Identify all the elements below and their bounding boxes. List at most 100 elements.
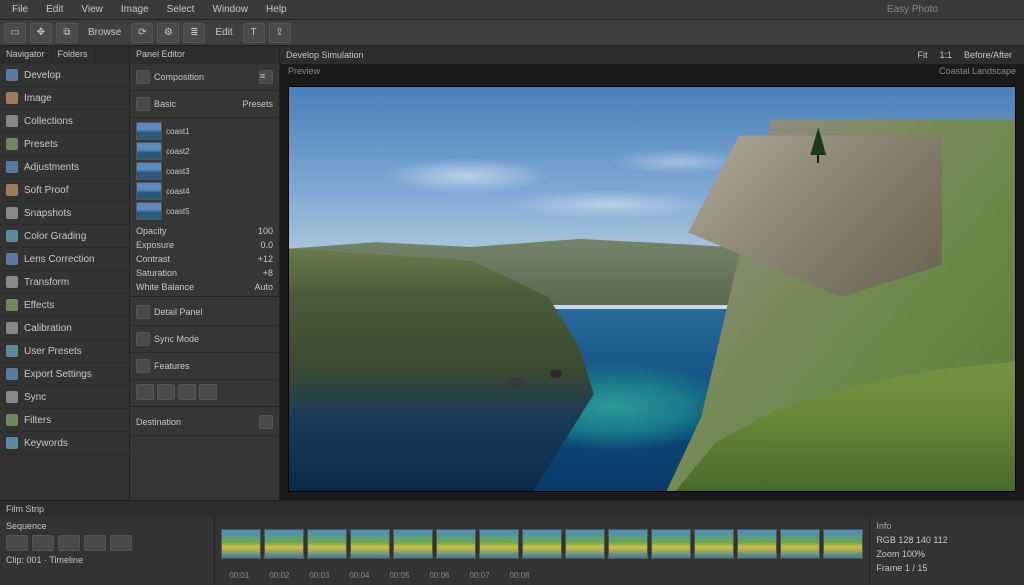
filmstrip-frame[interactable] — [737, 529, 777, 559]
tool-layers[interactable]: ≣ — [183, 23, 205, 43]
filmstrip-frame[interactable] — [522, 529, 562, 559]
sidebar-tab-folders[interactable]: Folders — [52, 46, 95, 64]
menu-view[interactable]: View — [73, 2, 111, 17]
sidebar-item-effects[interactable]: Effects — [0, 294, 129, 317]
properties-panel-header: Panel Editor — [130, 46, 279, 64]
layers-icon: ≣ — [190, 27, 198, 38]
rock-layer-2 — [550, 370, 562, 378]
composition-icon[interactable] — [136, 70, 150, 84]
sidebar-item-transform[interactable]: Transform — [0, 271, 129, 294]
preset-thumb-coast3[interactable] — [136, 162, 162, 180]
menu-image[interactable]: Image — [113, 2, 157, 17]
sidebar-item-keywords[interactable]: Keywords — [0, 432, 129, 455]
sidebar-item-sync[interactable]: Sync — [0, 386, 129, 409]
seq-prev-button[interactable] — [6, 535, 28, 551]
sidebar-item-develop[interactable]: Develop — [0, 64, 129, 87]
filmstrip-frame[interactable] — [393, 529, 433, 559]
seq-loop-button[interactable] — [84, 535, 106, 551]
prop-row-contrast[interactable]: Contrast+12 — [130, 252, 279, 266]
preset-thumb-coast1[interactable] — [136, 122, 162, 140]
sidebar-item-user-presets[interactable]: User Presets — [0, 340, 129, 363]
filmstrip-frame[interactable] — [565, 529, 605, 559]
sidebar-item-lens-correction[interactable]: Lens Correction — [0, 248, 129, 271]
preset-icon — [6, 345, 18, 357]
basic-toggle[interactable] — [136, 97, 150, 111]
settings-icon — [6, 138, 18, 150]
prop-row-white-balance[interactable]: White BalanceAuto — [130, 280, 279, 294]
panel-btn-4[interactable] — [199, 384, 217, 400]
viewer-1to1-button[interactable]: 1:1 — [933, 50, 958, 60]
filmstrip-frame[interactable] — [780, 529, 820, 559]
filmstrip-frame[interactable] — [651, 529, 691, 559]
sidebar-item-soft-proof[interactable]: Soft Proof — [0, 179, 129, 202]
menu-edit[interactable]: Edit — [38, 2, 71, 17]
tool-adjust[interactable]: ⚙ — [157, 23, 179, 43]
viewer-compare-button[interactable]: Before/After — [958, 50, 1018, 60]
preset-thumb-coast2[interactable] — [136, 142, 162, 160]
prop-name: Exposure — [136, 240, 174, 250]
preset-thumb-coast5[interactable] — [136, 202, 162, 220]
filmstrip-frame[interactable] — [479, 529, 519, 559]
seq-grid-button[interactable] — [110, 535, 132, 551]
prop-row-saturation[interactable]: Saturation+8 — [130, 266, 279, 280]
sidebar-item-export-settings[interactable]: Export Settings — [0, 363, 129, 386]
menu-help[interactable]: Help — [258, 2, 295, 17]
filmstrip-frame[interactable] — [823, 529, 863, 559]
crop-icon — [6, 276, 18, 288]
sidebar-item-adjustments[interactable]: Adjustments — [0, 156, 129, 179]
filmstrip-frame[interactable] — [221, 529, 261, 559]
timecode-label: 00:08 — [510, 571, 530, 585]
filmstrip-frame[interactable] — [694, 529, 734, 559]
features-icon[interactable] — [136, 359, 150, 373]
tool-export[interactable]: ⇪ — [269, 23, 291, 43]
seq-play-button[interactable] — [32, 535, 54, 551]
prop-row-opacity[interactable]: Opacity100 — [130, 224, 279, 238]
detail-panel-icon[interactable] — [136, 305, 150, 319]
panel-btn-3[interactable] — [178, 384, 196, 400]
filmstrip-frame[interactable] — [436, 529, 476, 559]
prop-row-exposure[interactable]: Exposure0.0 — [130, 238, 279, 252]
menu-file[interactable]: File — [4, 2, 36, 17]
filmstrip[interactable] — [215, 517, 869, 571]
filmstrip-panel: Film Strip Sequence Clip: 001 · Timeline… — [0, 500, 1024, 585]
sync-icon — [6, 391, 18, 403]
sync-icon[interactable] — [136, 332, 150, 346]
tool-rotate[interactable]: ⟳ — [131, 23, 153, 43]
destination-label: Destination — [136, 417, 181, 427]
toolbar-browse-label[interactable]: Browse — [82, 27, 127, 38]
filmstrip-frame[interactable] — [307, 529, 347, 559]
canvas[interactable] — [288, 86, 1016, 492]
sidebar-item-filters[interactable]: Filters — [0, 409, 129, 432]
panel-btn-1[interactable] — [136, 384, 154, 400]
seq-next-button[interactable] — [58, 535, 80, 551]
filmstrip-frame[interactable] — [350, 529, 390, 559]
sidebar-item-color-grading[interactable]: Color Grading — [0, 225, 129, 248]
sidebar-item-snapshots[interactable]: Snapshots — [0, 202, 129, 225]
timecode-label: 00:04 — [349, 571, 369, 585]
filmstrip-frame[interactable] — [608, 529, 648, 559]
filmstrip-frame[interactable] — [264, 529, 304, 559]
sidebar-item-label: Sync — [24, 392, 46, 403]
toolbar-edit-label[interactable]: Edit — [209, 27, 238, 38]
sidebar-item-image[interactable]: Image — [0, 87, 129, 110]
timecode-label: 00:01 — [229, 571, 249, 585]
destination-menu[interactable] — [259, 415, 273, 429]
preset-thumb-coast4[interactable] — [136, 182, 162, 200]
target-icon — [6, 322, 18, 334]
menu-window[interactable]: Window — [204, 2, 256, 17]
tool-pointer[interactable]: ▭ — [4, 23, 26, 43]
viewer-fit-button[interactable]: Fit — [911, 50, 933, 60]
presets-label[interactable]: Presets — [242, 99, 273, 109]
keyword-icon — [6, 437, 18, 449]
panel-btn-2[interactable] — [157, 384, 175, 400]
sidebar-item-presets[interactable]: Presets — [0, 133, 129, 156]
tool-hand[interactable]: ✥ — [30, 23, 52, 43]
tool-crop[interactable]: ⧉ — [56, 23, 78, 43]
menu-select[interactable]: Select — [159, 2, 203, 17]
sidebar-item-calibration[interactable]: Calibration — [0, 317, 129, 340]
filmstrip-header: Film Strip — [6, 504, 44, 514]
panel-menu-icon[interactable]: ≡ — [259, 70, 273, 84]
sidebar-item-collections[interactable]: Collections — [0, 110, 129, 133]
sidebar-tab-navigator[interactable]: Navigator — [0, 46, 52, 64]
tool-text[interactable]: T — [243, 23, 265, 43]
